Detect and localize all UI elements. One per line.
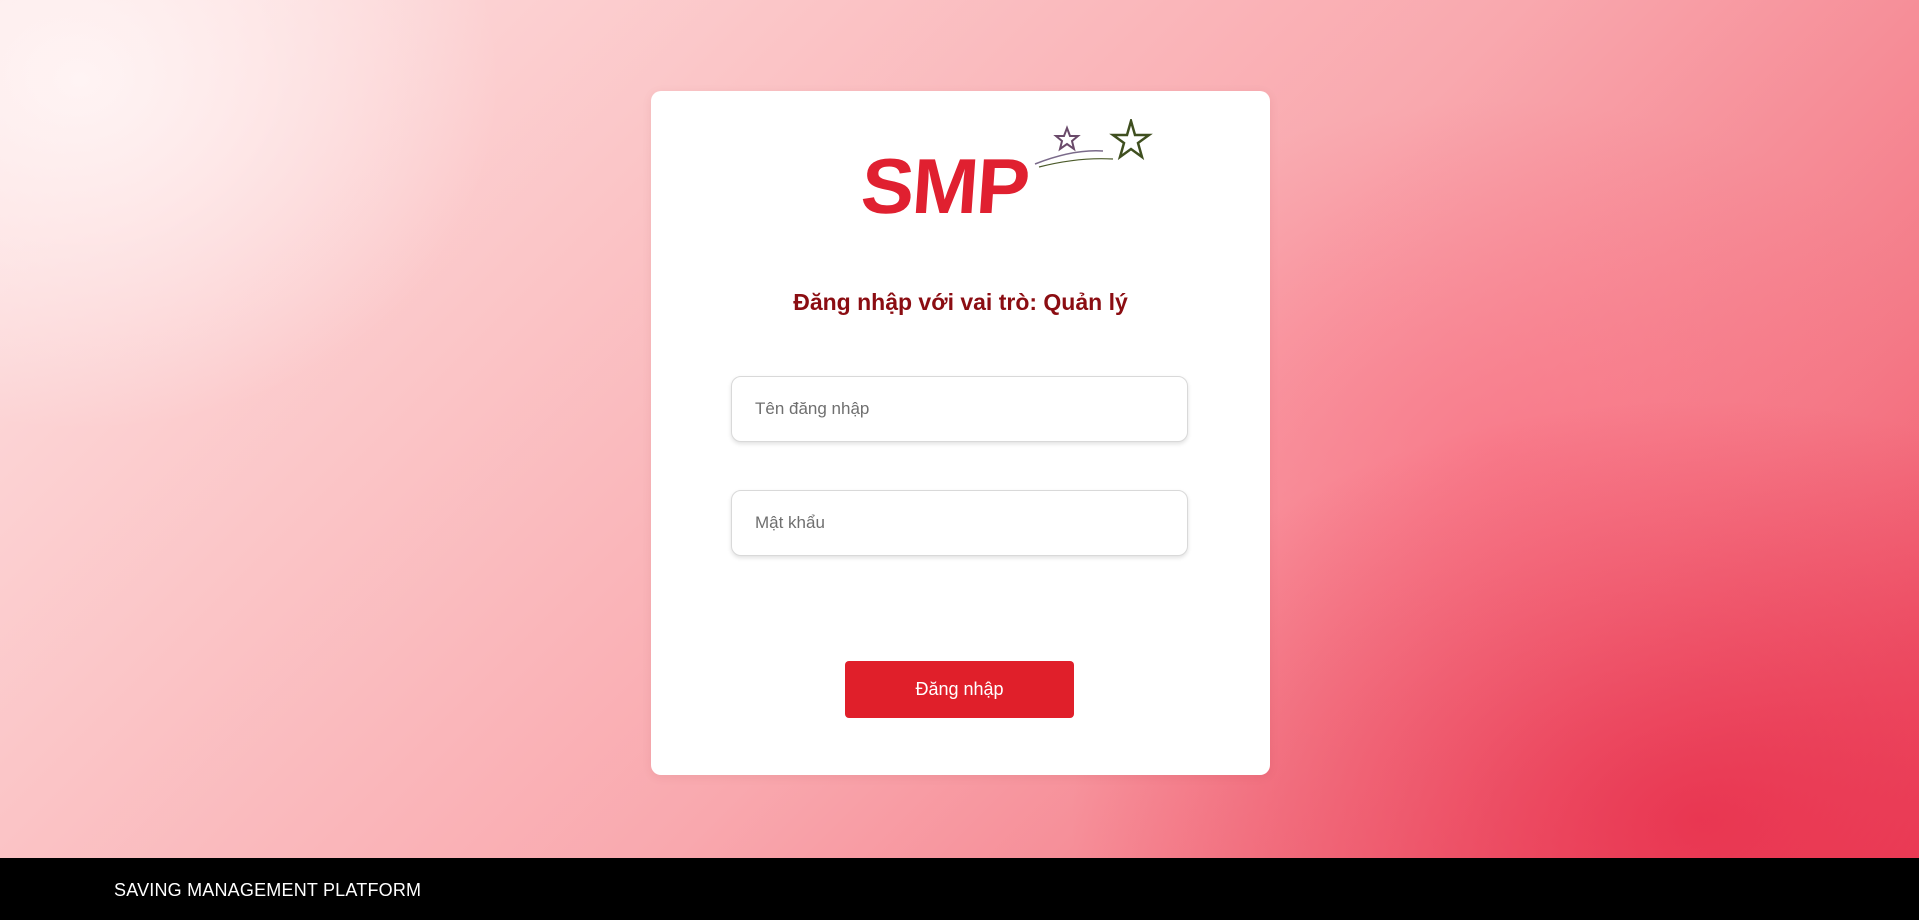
shooting-stars-icon [1034, 119, 1153, 168]
logo-text: SMP [858, 142, 1031, 230]
login-title: Đăng nhập với vai trò: Quản lý [793, 289, 1128, 315]
footer-text: SAVING MANAGEMENT PLATFORM [114, 880, 422, 900]
smp-logo: SMP [858, 119, 1153, 239]
username-input[interactable] [731, 376, 1188, 442]
login-card: SMP Đăng nhập với vai trò: Quản lý Đăng … [651, 91, 1270, 775]
footer: SAVING MANAGEMENT PLATFORM [0, 858, 1919, 920]
login-button[interactable]: Đăng nhập [845, 661, 1074, 718]
password-input[interactable] [731, 490, 1188, 556]
